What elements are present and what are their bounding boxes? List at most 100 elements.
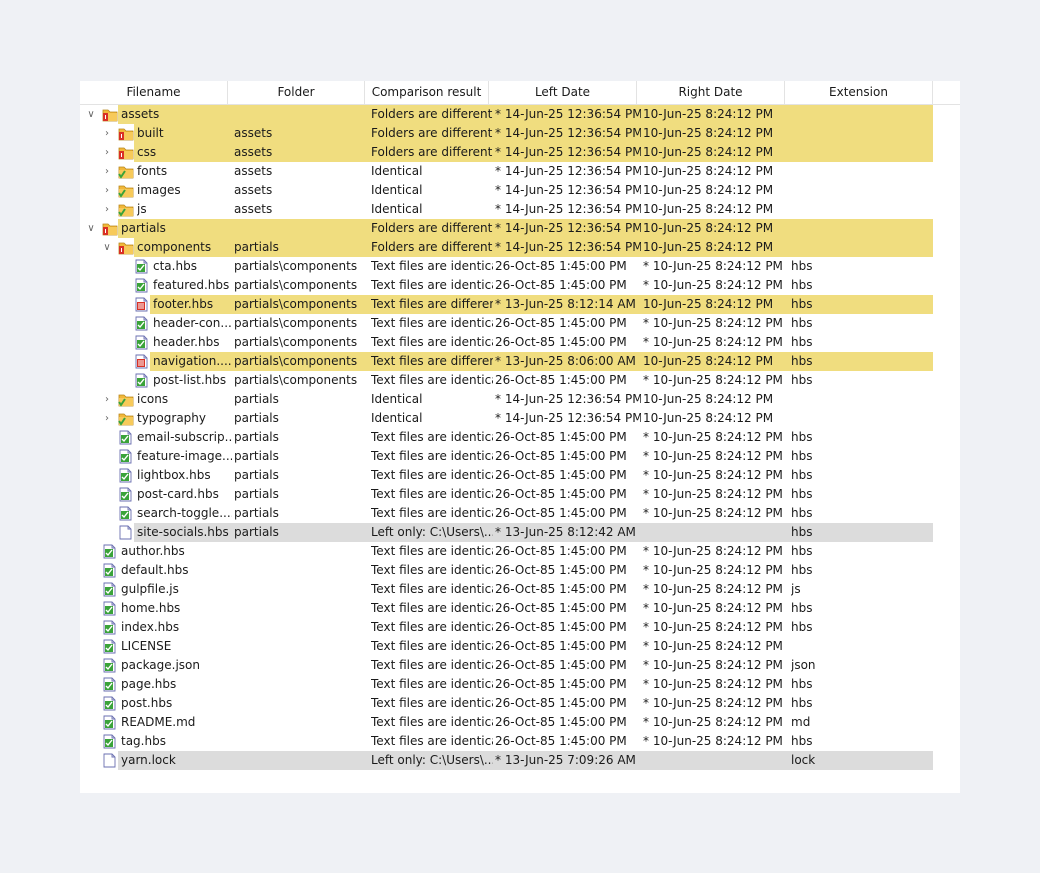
table-row[interactable]: search-toggle.... partials Text files are … [80,504,960,523]
comparison-result-cell: Text files are identical [371,373,493,387]
extension-cell [791,143,911,162]
comparison-result-cell: Text files are identical [371,639,493,653]
table-row[interactable]: › typography partials Identical * 14-Jun-25 … [80,409,960,428]
folder-cell: partials\components [234,259,358,273]
extension-cell: json [791,658,816,672]
table-row[interactable]: site-socials.hbs partials Left only: C:\Us… [80,523,960,542]
table-row[interactable]: › fonts assets Identical * 14-Jun-25 12:36:5… [80,162,960,181]
comparison-result-cell: Text files are identical [371,506,493,520]
table-row[interactable]: › js assets Identical * 14-Jun-25 12:36:54 P… [80,200,960,219]
file-same-icon [102,544,118,559]
comparison-result-cell: Text files are identical [371,259,493,273]
table-row[interactable]: footer.hbs partials\components Text files … [80,295,960,314]
filename-cell: package.json [121,658,201,672]
table-row[interactable]: cta.hbs partials\components Text files are… [80,257,960,276]
table-row[interactable]: header-con... partials\components Text fil… [80,314,960,333]
right-date-cell: * 10-Jun-25 8:24:12 PM [643,430,783,444]
chevron-right-icon[interactable]: › [101,181,113,200]
table-row[interactable]: ∨ assets Folders are different * 14-Jun-25 … [80,105,960,124]
table-row[interactable]: feature-image.... partials Text files are … [80,447,960,466]
extension-cell [791,105,911,124]
folder-diff-icon [102,107,118,122]
filename-cell: navigation.... [153,354,232,368]
folder-cell [234,580,368,599]
filename-cell: email-subscrip... [137,430,232,444]
table-row[interactable]: header.hbs partials\components Text files … [80,333,960,352]
folder-cell: assets [234,183,273,197]
folder-cell: partials [234,506,279,520]
table-row[interactable]: default.hbs Text files are identical 26-Oc… [80,561,960,580]
header-right-date[interactable]: Right Date [637,81,785,104]
column-header: Filename Folder Comparison result Left D… [80,81,960,105]
header-left-date[interactable]: Left Date [489,81,637,104]
chevron-right-icon[interactable]: › [101,390,113,409]
extension-cell: hbs [791,335,813,349]
extension-cell: hbs [791,373,813,387]
table-row[interactable]: ∨ components partials Folders are different… [80,238,960,257]
left-date-cell: 26-Oct-85 1:45:00 PM [495,506,627,520]
folder-cell: partials\components [234,335,358,349]
right-date-cell: 10-Jun-25 8:24:12 PM [643,126,774,140]
table-row[interactable]: email-subscrip... partials Text files are … [80,428,960,447]
chevron-right-icon[interactable]: › [101,409,113,428]
comparison-result-cell: Text files are identical [371,468,493,482]
folder-cell: assets [234,164,273,178]
right-date-cell: 10-Jun-25 8:24:12 PM [643,392,774,406]
file-same-icon [102,582,118,597]
table-row[interactable]: post.hbs Text files are identical 26-Oct-8… [80,694,960,713]
left-date-cell: 26-Oct-85 1:45:00 PM [495,316,627,330]
table-row[interactable]: yarn.lock Left only: C:\Users\... * 13-Jun… [80,751,960,770]
table-row[interactable]: LICENSE Text files are identical 26-Oct-85… [80,637,960,656]
table-row[interactable]: package.json Text files are identical 26-O… [80,656,960,675]
folder-cell: partials [234,240,279,254]
header-filename[interactable]: Filename [80,81,228,104]
table-row[interactable]: page.hbs Text files are identical 26-Oct-8… [80,675,960,694]
table-row[interactable]: › images assets Identical * 14-Jun-25 12:36:… [80,181,960,200]
extension-cell: hbs [791,525,813,539]
left-date-cell: * 14-Jun-25 12:36:54 PM [495,145,641,159]
table-row[interactable]: navigation.... partials\components Text fi… [80,352,960,371]
table-row[interactable]: README.md Text files are identical 26-Oct-… [80,713,960,732]
folder-same-icon [118,164,134,179]
file-diff-icon [134,354,150,369]
folder-cell: partials [234,525,279,539]
table-row[interactable]: index.hbs Text files are identical 26-Oct-… [80,618,960,637]
comparison-result-cell: Left only: C:\Users\... [371,753,493,767]
chevron-right-icon[interactable]: › [101,200,113,219]
left-date-cell: * 13-Jun-25 7:09:26 AM [495,753,636,767]
table-row[interactable]: gulpfile.js Text files are identical 26-Oc… [80,580,960,599]
folder-cell: assets [234,145,273,159]
header-comparison-result[interactable]: Comparison result [365,81,489,104]
chevron-down-icon[interactable]: ∨ [85,105,97,124]
filename-cell: search-toggle.... [137,506,232,520]
table-row[interactable]: › css assets Folders are different * 14-Jun-… [80,143,960,162]
table-row[interactable]: post-card.hbs partials Text files are iden… [80,485,960,504]
filename-cell: assets [121,107,160,121]
right-date-cell: * 10-Jun-25 8:24:12 PM [643,677,783,691]
table-row[interactable]: featured.hbs partials\components Text file… [80,276,960,295]
comparison-result-cell: Folders are different [371,126,493,140]
right-date-cell: * 10-Jun-25 8:24:12 PM [643,373,783,387]
table-row[interactable]: › icons partials Identical * 14-Jun-25 12:36… [80,390,960,409]
header-extension[interactable]: Extension [785,81,933,104]
table-row[interactable]: ∨ partials Folders are different * 14-Jun-2… [80,219,960,238]
chevron-right-icon[interactable]: › [101,143,113,162]
extension-cell: hbs [791,487,813,501]
table-row[interactable]: lightbox.hbs partials Text files are ident… [80,466,960,485]
table-row[interactable]: tag.hbs Text files are identical 26-Oct-85… [80,732,960,751]
header-folder[interactable]: Folder [228,81,365,104]
right-date-cell [643,523,789,542]
chevron-right-icon[interactable]: › [101,162,113,181]
chevron-down-icon[interactable]: ∨ [101,238,113,257]
table-row[interactable]: post-list.hbs partials\components Text fil… [80,371,960,390]
right-date-cell: 10-Jun-25 8:24:12 PM [643,221,774,235]
filename-cell: post.hbs [121,696,173,710]
extension-cell: hbs [791,677,813,691]
file-same-icon [102,715,118,730]
table-row[interactable]: author.hbs Text files are identical 26-Oct… [80,542,960,561]
table-row[interactable]: › built assets Folders are different * 14-Ju… [80,124,960,143]
comparison-result-cell: Folders are different [371,240,493,254]
chevron-right-icon[interactable]: › [101,124,113,143]
table-row[interactable]: home.hbs Text files are identical 26-Oct-8… [80,599,960,618]
chevron-down-icon[interactable]: ∨ [85,219,97,238]
